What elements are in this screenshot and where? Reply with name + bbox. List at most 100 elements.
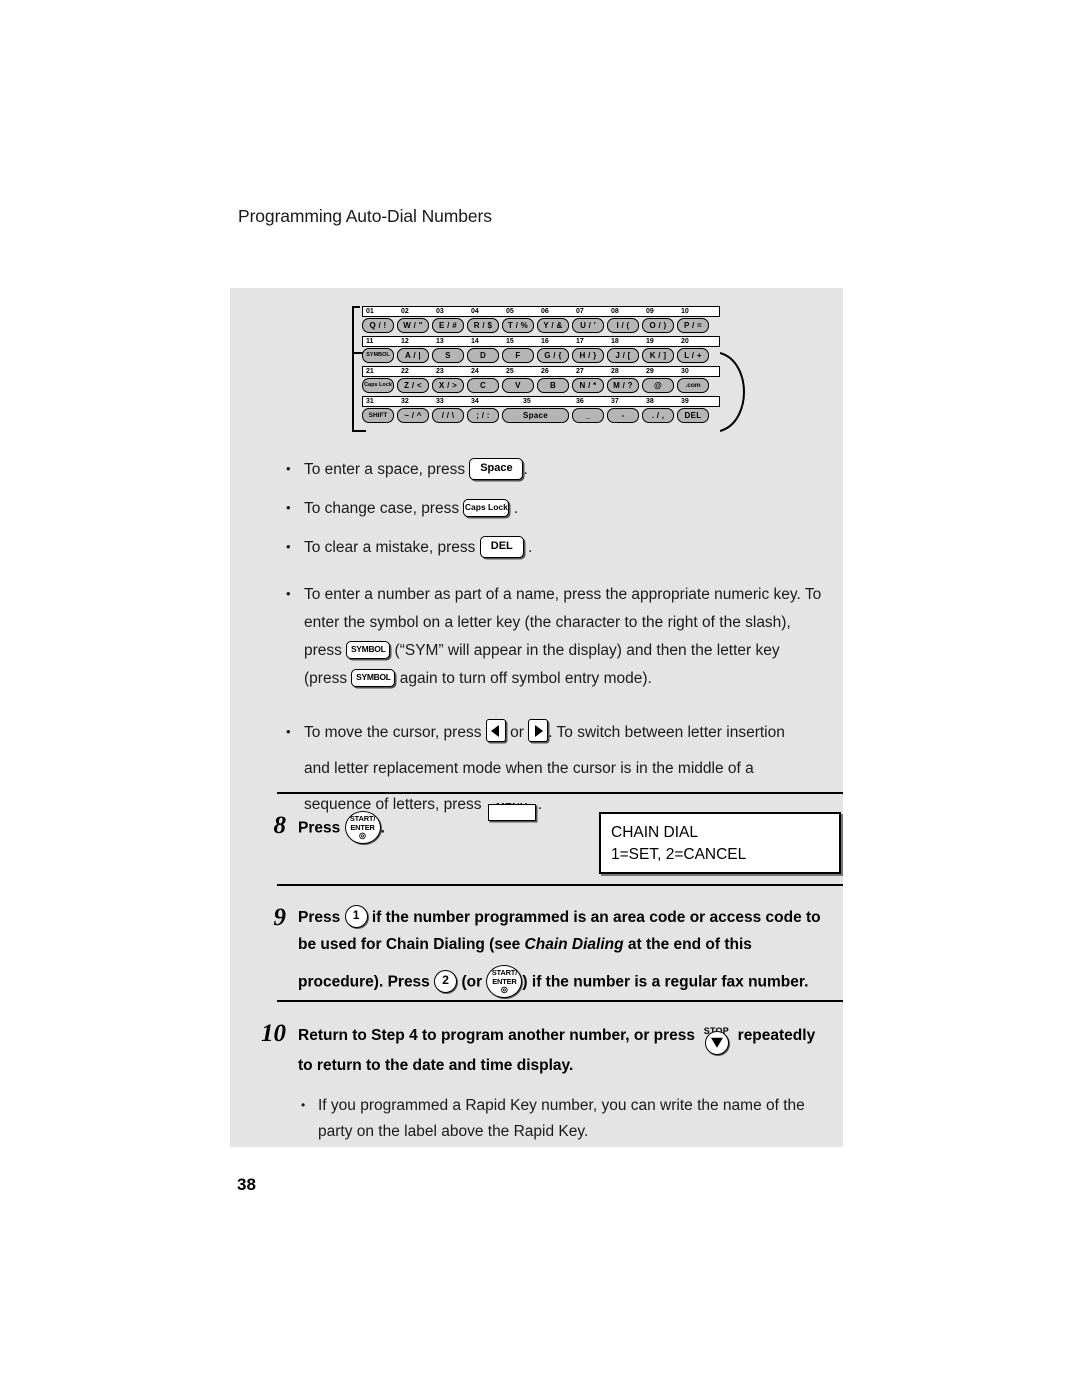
keyboard-key-m[interactable]: M / ? <box>607 378 639 393</box>
key-number: 11 <box>366 338 374 345</box>
keyboard-key-l[interactable]: L / + <box>677 348 709 363</box>
right-arrow-icon[interactable] <box>528 719 549 743</box>
keyboard-key-v[interactable]: V <box>502 378 534 393</box>
caps-lock-key-chip[interactable]: Caps Lock <box>463 499 510 517</box>
keyboard-key-dotcom[interactable]: .com <box>677 378 709 393</box>
keyboard-key-g[interactable]: G / { <box>537 348 569 363</box>
keyboard-key-caps-lock[interactable]: Caps Lock <box>362 378 394 393</box>
lcd-line-1: CHAIN DIAL <box>611 824 698 841</box>
key-number: 20 <box>681 338 689 345</box>
key-number: 28 <box>611 368 619 375</box>
keyboard-row-3: 21 22 23 24 25 26 27 28 29 30 Caps Lock … <box>362 366 720 394</box>
step-10-number: 10 <box>261 1020 286 1047</box>
keyboard-key-i[interactable]: I / ( <box>607 318 639 333</box>
keyboard-key-space[interactable]: Space <box>502 408 569 423</box>
keyboard-key-h[interactable]: H / } <box>572 348 604 363</box>
key-number: 36 <box>576 398 584 405</box>
start-enter-button[interactable]: START/ ENTER ◎ <box>344 811 381 844</box>
keyboard-key-p[interactable]: P / = <box>677 318 709 333</box>
keyboard-key-z[interactable]: Z / < <box>397 378 429 393</box>
symbol-line-1: To enter a number as part of a name, pre… <box>304 586 822 603</box>
keyboard-key-t[interactable]: T / % <box>502 318 534 333</box>
keyboard-row-2: 11 12 13 14 15 16 17 18 19 20 SYMBOL A /… <box>362 336 720 364</box>
keyboard-key-symbol[interactable]: SYMBOL <box>362 348 394 363</box>
keyboard-key-q[interactable]: Q / ! <box>362 318 394 333</box>
keyboard-key-e[interactable]: E / # <box>432 318 464 333</box>
keyboard-number-strip-2: 11 12 13 14 15 16 17 18 19 20 <box>362 336 720 347</box>
keyboard-key-r[interactable]: R / $ <box>467 318 499 333</box>
digit-2-button[interactable]: 2 <box>434 970 458 993</box>
keyboard-key-c[interactable]: C <box>467 378 499 393</box>
keyboard-key-at[interactable]: @ <box>642 378 674 393</box>
key-number: 01 <box>366 308 374 315</box>
keyboard-key-period[interactable]: . / , <box>642 408 674 423</box>
keyboard-key-s[interactable]: S <box>432 348 464 363</box>
keyboard-key-tilde[interactable]: ~ / ^ <box>397 408 429 423</box>
start-enter-button-2[interactable]: START/ ENTER ◎ <box>486 965 523 998</box>
key-number: 39 <box>681 398 689 405</box>
lcd-display-chain-dial: CHAIN DIAL 1=SET, 2=CANCEL <box>599 812 841 874</box>
keyboard-key-x[interactable]: X / > <box>432 378 464 393</box>
step-10-text-3: to return to the date and time display. <box>298 1057 574 1074</box>
keyboard-key-f[interactable]: F <box>502 348 534 363</box>
key-number: 32 <box>401 398 409 405</box>
keyboard-key-j[interactable]: J / [ <box>607 348 639 363</box>
key-number: 23 <box>436 368 444 375</box>
key-number: 24 <box>471 368 479 375</box>
keyboard-key-semicolon[interactable]: ; / : <box>467 408 499 423</box>
step-9-text-7: ) if the number is a regular fax number. <box>522 973 809 991</box>
bullet-space-text: To enter a space, press <box>304 461 466 478</box>
step-8-press-label: Press <box>298 819 341 837</box>
step-10: 10 Return to Step 4 to program another n… <box>242 1020 842 1145</box>
key-number: 34 <box>471 398 479 405</box>
keyboard-key-u[interactable]: U / ' <box>572 318 604 333</box>
digit-1-button[interactable]: 1 <box>344 905 368 929</box>
keyboard-keys-1: Q / ! W / " E / # R / $ T / % Y / & U / … <box>362 318 720 334</box>
keyboard-keys-4: SHIFT ~ / ^ / / \ ; / : Space _ - . / , … <box>362 408 720 424</box>
keyboard-row-1: 01 02 03 04 05 06 07 08 09 10 Q / ! W / … <box>362 306 720 334</box>
running-head: Programming Auto-Dial Numbers <box>238 206 492 226</box>
bullet-move-cursor: To move the cursor, press or . To switch… <box>284 714 844 823</box>
step-8-number: 8 <box>273 812 287 839</box>
divider-step-8 <box>277 792 843 794</box>
keyboard-key-d[interactable]: D <box>467 348 499 363</box>
keyboard-right-curve <box>720 352 746 432</box>
symbol-key-chip[interactable]: SYMBOL <box>346 641 391 659</box>
keyboard-key-o[interactable]: O / ) <box>642 318 674 333</box>
keyboard-key-underscore[interactable]: _ <box>572 408 604 423</box>
keyboard-key-slash[interactable]: / / \ <box>432 408 464 423</box>
del-key-chip[interactable]: DEL <box>479 535 524 558</box>
bullet-case-text: To change case, press <box>304 500 460 517</box>
stop-button[interactable]: STOP <box>699 1021 733 1055</box>
keyboard-key-k[interactable]: K / ] <box>642 348 674 363</box>
keyboard-key-hyphen[interactable]: - <box>607 408 639 423</box>
keyboard-key-w[interactable]: W / " <box>397 318 429 333</box>
key-number: 09 <box>646 308 654 315</box>
keyboard-key-del[interactable]: DEL <box>677 408 709 423</box>
key-number: 03 <box>436 308 444 315</box>
key-number: 02 <box>401 308 409 315</box>
key-number: 38 <box>646 398 654 405</box>
content-panel: 01 02 03 04 05 06 07 08 09 10 Q / ! W / … <box>230 288 843 1147</box>
bullet-clear-period: . <box>528 539 533 556</box>
key-number: 04 <box>471 308 479 315</box>
key-number: 33 <box>436 398 444 405</box>
key-number: 16 <box>541 338 549 345</box>
keyboard-keys-2: SYMBOL A / | S D F G / { H / } J / [ K /… <box>362 348 720 364</box>
keyboard-key-b[interactable]: B <box>537 378 569 393</box>
step-9-number: 9 <box>273 904 287 931</box>
keyboard-key-shift[interactable]: SHIFT <box>362 408 394 423</box>
key-number: 07 <box>576 308 584 315</box>
space-key-chip[interactable]: Space <box>469 457 524 480</box>
cursor-line-3a: sequence of letters, press <box>304 796 482 813</box>
step-9-text-3: be used for Chain Dialing (see <box>298 936 521 953</box>
keyboard-key-a[interactable]: A / | <box>397 348 429 363</box>
keyboard-key-n[interactable]: N / * <box>572 378 604 393</box>
symbol-key-chip-2[interactable]: SYMBOL <box>351 669 396 687</box>
key-number: 21 <box>366 368 374 375</box>
key-number: 06 <box>541 308 549 315</box>
power-symbol-icon: ◎ <box>500 985 508 994</box>
keyboard-key-y[interactable]: Y / & <box>537 318 569 333</box>
left-arrow-icon[interactable] <box>485 719 506 743</box>
key-number: 29 <box>646 368 654 375</box>
